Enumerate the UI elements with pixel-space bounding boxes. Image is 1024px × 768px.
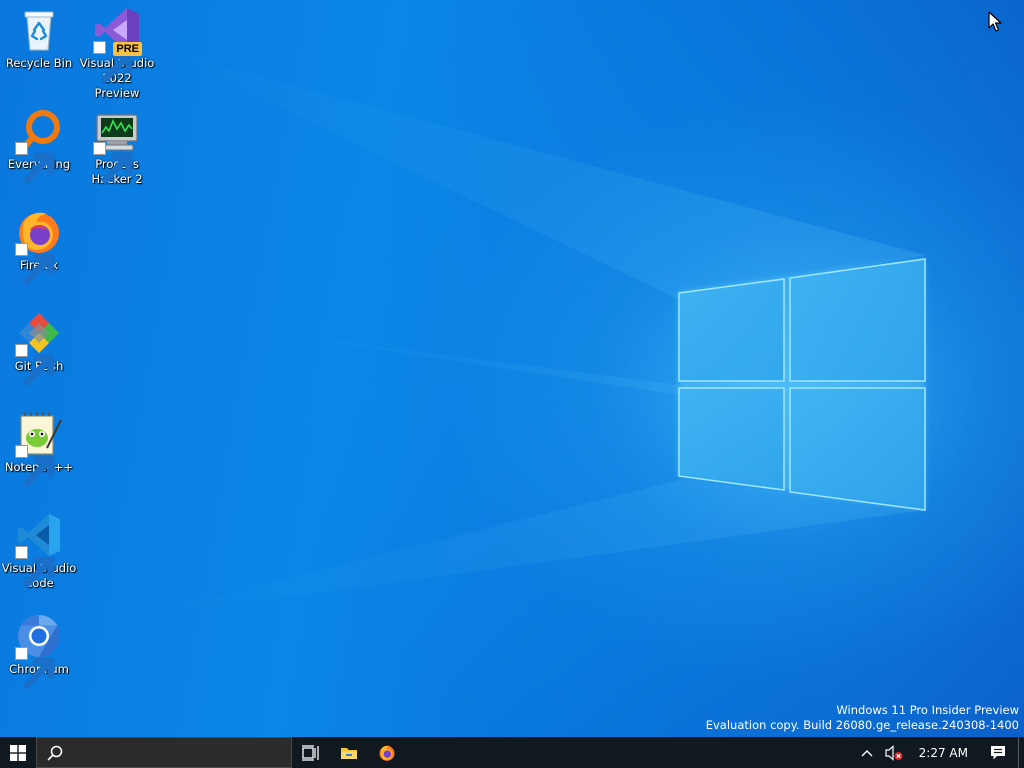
desktop-icon-visual-studio-2022-preview[interactable]: PRE Visual Studio 2022 Preview: [79, 0, 155, 100]
visual-studio-preview-icon: PRE: [93, 6, 142, 84]
watermark-build: Evaluation copy. Build 26080.ge_release.…: [705, 718, 1019, 732]
start-button[interactable]: [0, 737, 36, 768]
task-view-button[interactable]: [292, 737, 330, 768]
file-explorer-icon: [341, 747, 357, 759]
desktop-icon-notepad-plus-plus[interactable]: Notepad++: [1, 404, 77, 500]
desktop-icon-git-bash[interactable]: Git Bash: [1, 303, 77, 399]
shortcut-arrow-icon: [15, 445, 55, 488]
taskbar-search-box[interactable]: [36, 737, 292, 768]
notepad-plus-plus-icon: [15, 410, 63, 488]
everything-search-icon: [15, 107, 63, 185]
shortcut-arrow-icon: [15, 344, 55, 387]
chevron-up-icon: [861, 749, 873, 756]
search-icon: [47, 745, 63, 760]
git-bash-icon: [15, 309, 63, 387]
windows-start-icon: [10, 744, 26, 761]
action-center-button[interactable]: [978, 737, 1018, 768]
show-desktop-button[interactable]: [1018, 737, 1024, 768]
action-center-icon: [991, 745, 1005, 759]
desktop-icon-recycle-bin[interactable]: Recycle Bin: [1, 0, 77, 96]
file-explorer-button[interactable]: [330, 737, 368, 768]
vscode-icon: [15, 511, 63, 589]
desktop[interactable]: Recycle Bin PRE Visual Studio 2022 Previ…: [0, 0, 1024, 737]
logo-pane-top-right: [789, 258, 926, 382]
shortcut-arrow-icon: [15, 546, 55, 589]
desktop-icon-everything[interactable]: Everything: [1, 101, 77, 197]
logo-pane-bottom-right: [789, 387, 926, 511]
desktop-icon-chromium[interactable]: Chromium: [1, 606, 77, 702]
shortcut-arrow-icon: [15, 243, 55, 286]
shortcut-arrow-icon: [15, 647, 55, 690]
recycle-bin-icon: [15, 6, 63, 54]
search-input[interactable]: [71, 744, 275, 761]
system-tray: 2:27 AM: [855, 737, 1024, 768]
shortcut-arrow-icon: [93, 41, 133, 84]
evaluation-watermark: Windows 11 Pro Insider Preview Evaluatio…: [706, 703, 1019, 733]
taskbar: 2:27 AM: [0, 737, 1024, 768]
desktop-icon-process-hacker-2[interactable]: Process Hacker 2: [79, 101, 155, 197]
preview-badge: PRE: [113, 42, 142, 56]
desktop-icon-firefox[interactable]: Firefox: [1, 202, 77, 298]
desktop-icon-label: Recycle Bin: [5, 56, 73, 70]
desktop-icon-visual-studio-code[interactable]: Visual Studio Code: [1, 505, 77, 601]
logo-pane-top-left: [678, 278, 785, 382]
mouse-cursor-icon: [988, 11, 1002, 32]
taskbar-clock[interactable]: 2:27 AM: [909, 737, 978, 768]
firefox-icon: [15, 208, 63, 286]
firefox-taskbar-button[interactable]: [368, 737, 406, 768]
volume-muted-icon: [885, 744, 903, 761]
shortcut-arrow-icon: [15, 142, 55, 185]
chromium-icon: [15, 612, 63, 690]
shortcut-arrow-icon: [93, 142, 133, 185]
task-view-icon: [302, 744, 319, 761]
watermark-edition: Windows 11 Pro Insider Preview: [836, 703, 1019, 717]
firefox-icon: [379, 745, 395, 761]
volume-button[interactable]: [879, 737, 909, 768]
logo-pane-bottom-left: [678, 387, 785, 491]
show-hidden-icons-button[interactable]: [855, 737, 879, 768]
process-hacker-icon: [93, 107, 141, 185]
